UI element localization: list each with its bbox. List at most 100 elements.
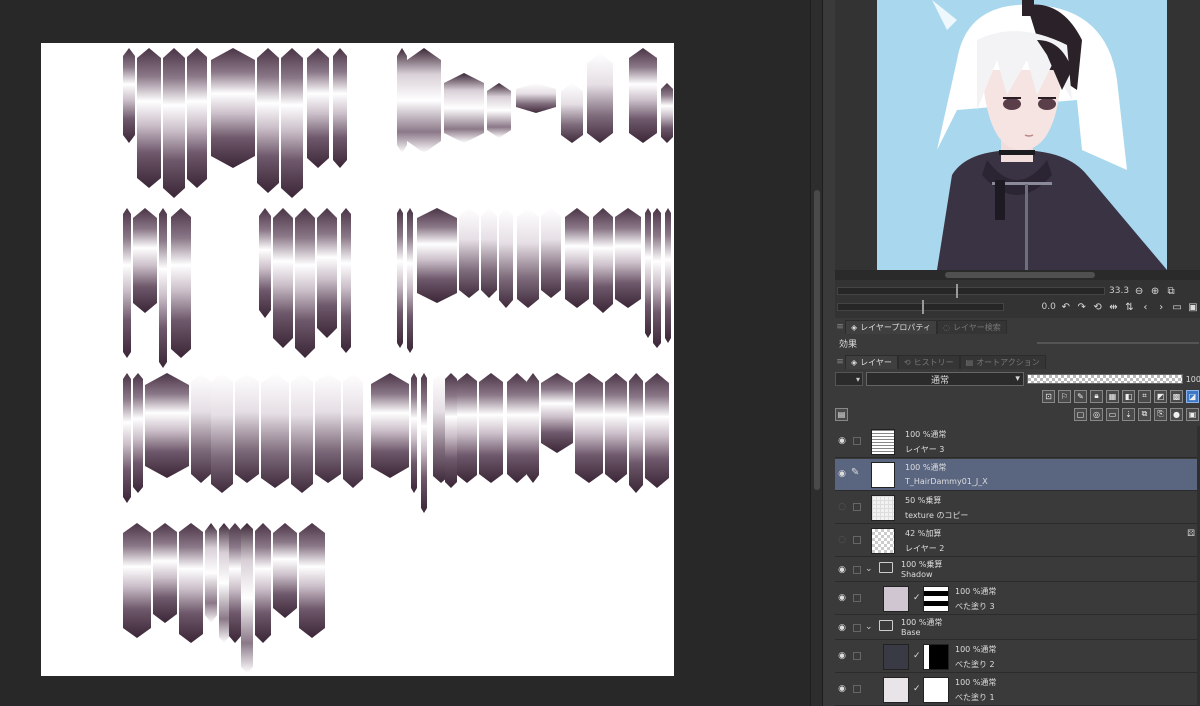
lock-checkbox[interactable]	[853, 652, 861, 660]
lock-checkbox[interactable]	[853, 624, 861, 632]
hair-texture-canvas[interactable]	[41, 43, 674, 676]
layer-mask-thumbnail[interactable]	[923, 677, 949, 703]
reference-icon[interactable]: ⚐	[1058, 389, 1071, 403]
zoom-in-icon[interactable]: ⊕	[1149, 285, 1161, 297]
lock-icon[interactable]: 🔒︎	[1090, 389, 1103, 403]
eye-icon[interactable]: ◉	[837, 623, 847, 633]
eye-icon[interactable]: ◉	[837, 469, 847, 479]
lock-checkbox[interactable]	[853, 594, 861, 602]
chevron-down-icon[interactable]: ⌄	[865, 564, 873, 574]
merge-icon[interactable]: ⧉	[1138, 407, 1151, 421]
lock-checkbox[interactable]	[853, 685, 861, 693]
navigator-horizontal-scrollbar[interactable]	[835, 270, 1200, 280]
lock-checkbox[interactable]	[853, 437, 861, 445]
layer-color-icon[interactable]: ◪	[1186, 389, 1199, 403]
rotate-right-icon[interactable]: ↷	[1076, 301, 1088, 313]
copy-layer-icon[interactable]: ⎘	[1154, 407, 1167, 421]
zoom-slider-knob[interactable]	[956, 284, 958, 298]
layer-blend-info: 100 %通常	[955, 587, 997, 596]
next-icon[interactable]: ›	[1155, 301, 1167, 313]
hair-strand-shape	[371, 373, 409, 478]
layer-blend-info: 100 %通常	[905, 430, 947, 439]
ruler-icon[interactable]: ⌗	[1138, 389, 1151, 403]
opacity-slider[interactable]	[1026, 374, 1183, 384]
eye-icon[interactable]: ◉	[837, 593, 847, 603]
rotation-slider-knob[interactable]	[922, 300, 924, 314]
folder-open-icon[interactable]: ▭	[1171, 301, 1183, 313]
transfer-down-icon[interactable]: ⇣	[1122, 407, 1135, 421]
layer-mask-thumbnail[interactable]	[923, 586, 949, 612]
folder-row[interactable]: ◉ ⌄ 100 %乗算 Shadow	[835, 558, 1200, 582]
lock-checkbox[interactable]	[853, 566, 861, 574]
reset-rotation-icon[interactable]: ⟲	[1092, 301, 1104, 313]
hair-strand-shape	[516, 83, 556, 113]
flip-vertical-icon[interactable]: ⇅	[1123, 301, 1135, 313]
layer-mask-thumbnail[interactable]	[923, 644, 949, 670]
blend-mode-dropdown[interactable]: 通常 ▾	[865, 372, 1024, 386]
hair-strand-shape	[261, 373, 289, 488]
panel-grip-icon[interactable]: ≡	[835, 322, 845, 332]
layer-option-toolbar: ⊡ ⚐ ✎ 🔒︎ ▦ ◧ ⌗ ◩ ▩ ◪	[835, 388, 1200, 404]
lock-transparency-icon[interactable]: ▦	[1106, 389, 1119, 403]
flip-horizontal-icon[interactable]: ⇹	[1108, 301, 1120, 313]
panel-grip-icon[interactable]: ≡	[835, 357, 845, 367]
eye-icon[interactable]: ◉	[837, 565, 847, 575]
rotation-row: 0.0 ↶ ↷ ⟲ ⇹ ⇅ ‹ › ▭ ▣	[837, 299, 1199, 315]
lock-checkbox[interactable]	[853, 503, 861, 511]
folder-name: Shadow	[901, 570, 933, 579]
layer-name: レイヤー 2	[905, 544, 945, 553]
chevron-down-icon[interactable]: ⌄	[865, 622, 873, 632]
new-folder-icon[interactable]: ▭	[1106, 407, 1119, 421]
folder-row[interactable]: ◉ ⌄ 100 %通常 Base	[835, 616, 1200, 640]
zoom-out-icon[interactable]: ⊖	[1133, 285, 1145, 297]
tab-auto-action[interactable]: ▤ オートアクション	[959, 355, 1046, 369]
layer-row-selected[interactable]: ◉ ✎ 100 %通常 T_HairDammy01_J_X	[835, 459, 1200, 491]
hair-strand-shape	[123, 208, 131, 358]
delete-layer-icon[interactable]: ▣	[1186, 407, 1199, 421]
folder-blend-info: 100 %乗算	[901, 560, 943, 569]
scrollbar-thumb[interactable]	[945, 272, 1095, 278]
mask-icon[interactable]: ◧	[1122, 389, 1135, 403]
eye-hidden-icon[interactable]: ○	[837, 535, 847, 545]
hair-strand-artwork	[123, 48, 673, 673]
draft-icon[interactable]: ✎	[1074, 389, 1087, 403]
hair-strand-shape	[235, 373, 259, 483]
fill-layer-row[interactable]: ◉ ✓ 100 %通常 べた塗り 1	[835, 674, 1200, 706]
color-icon[interactable]: ◩	[1154, 389, 1167, 403]
tab-history[interactable]: ⟲ ヒストリー	[897, 355, 960, 369]
hair-strand-shape	[459, 208, 479, 298]
eye-icon[interactable]: ◉	[837, 651, 847, 661]
canvas-vertical-scrollbar[interactable]	[810, 0, 822, 706]
eye-icon[interactable]: ◉	[837, 436, 847, 446]
fill-layer-row[interactable]: ◉ ✓ 100 %通常 べた塗り 3	[835, 583, 1200, 615]
fit-view-icon[interactable]: ⧉	[1165, 285, 1177, 297]
tab-layer-property[interactable]: ◈ レイヤープロパティ	[845, 320, 937, 334]
new-raster-layer-icon[interactable]: ▢	[1074, 407, 1087, 421]
tab-layer[interactable]: ◈ レイヤー	[845, 355, 898, 369]
new-vector-layer-icon[interactable]: ◎	[1090, 407, 1103, 421]
zoom-slider[interactable]	[837, 284, 1105, 298]
layer-row[interactable]: ○ 42 %加算 レイヤー 2 ⚄	[835, 525, 1200, 557]
hair-strand-shape	[295, 208, 315, 358]
clip-icon[interactable]: ⊡	[1042, 389, 1055, 403]
create-mask-icon[interactable]: ●	[1170, 407, 1183, 421]
palette-icon[interactable]: ▩	[1170, 389, 1183, 403]
eye-hidden-icon[interactable]: ○	[837, 502, 847, 512]
prev-icon[interactable]: ‹	[1139, 301, 1151, 313]
image-icon[interactable]: ▣	[1187, 301, 1199, 313]
layer-row[interactable]: ◉ 100 %通常 レイヤー 3	[835, 426, 1200, 458]
scrollbar-thumb[interactable]	[814, 190, 820, 490]
opacity-value: 100	[1185, 374, 1200, 384]
navigator-preview[interactable]	[877, 0, 1167, 270]
eye-icon[interactable]: ◉	[837, 684, 847, 694]
fill-layer-row[interactable]: ◉ ✓ 100 %通常 べた塗り 2	[835, 641, 1200, 673]
layer-row[interactable]: ○ 50 %乗算 texture のコピー	[835, 492, 1200, 524]
canvas-workspace[interactable]	[0, 0, 810, 706]
rotation-slider[interactable]	[837, 300, 1004, 314]
panel-menu-icon[interactable]: ▤	[835, 407, 848, 421]
tab-layer-search[interactable]: ◌ レイヤー検索	[936, 320, 1007, 334]
layer-color-dropdown[interactable]: ▾	[835, 372, 863, 386]
hair-strand-shape	[211, 373, 233, 493]
lock-checkbox[interactable]	[853, 536, 861, 544]
rotate-left-icon[interactable]: ↶	[1060, 301, 1072, 313]
